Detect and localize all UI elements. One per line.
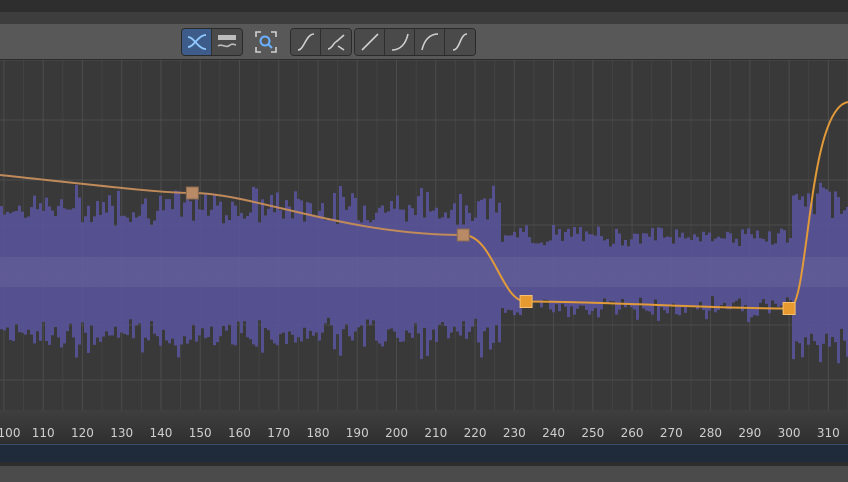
smooth-tangent-icon: [297, 33, 314, 51]
ease-in-icon: [391, 33, 409, 51]
keyframe[interactable]: [456, 228, 470, 242]
dopesheet-view-icon: [217, 35, 237, 48]
ruler-tick-label: 310: [816, 426, 840, 440]
curve-view-button[interactable]: [182, 29, 212, 55]
curve-view-icon: [187, 34, 206, 50]
zoom-fit-button[interactable]: [254, 30, 278, 54]
tangent-group-a: [290, 28, 352, 56]
ruler-tick-label: 130: [110, 426, 134, 440]
linear-tangent-icon: [360, 33, 379, 51]
waveform-core: [0, 257, 848, 287]
curve-graph-svg: [0, 60, 848, 410]
tangent-group-b: [354, 28, 476, 56]
ruler-tick-label: 170: [267, 426, 291, 440]
ease-out-icon: [420, 33, 438, 51]
top-bar: [0, 0, 848, 12]
curve-graph-area[interactable]: [0, 60, 848, 410]
ruler-tick-label: 220: [463, 426, 487, 440]
ruler-tick-label: 200: [385, 426, 408, 440]
audio-waveform: [0, 182, 848, 364]
ruler-tick-label: 300: [777, 426, 801, 440]
keyframe[interactable]: [185, 186, 199, 200]
keyframe-selected[interactable]: [782, 302, 796, 315]
broken-tangent-icon: [327, 34, 345, 51]
ruler-tick-label: 120: [70, 426, 94, 440]
dopesheet-view-button[interactable]: [212, 29, 242, 55]
ruler-tick-label: 290: [738, 426, 762, 440]
zoom-fit-icon: [255, 31, 277, 53]
timeline-scroll-thumb[interactable]: [0, 444, 848, 462]
panel-divider: [0, 12, 848, 24]
ruler-tick-label: 140: [149, 426, 173, 440]
ease-in-button[interactable]: [385, 29, 415, 55]
ruler-tick-label: 250: [581, 426, 605, 440]
bottom-panel-edge: [0, 466, 848, 482]
keyframe-selected[interactable]: [519, 295, 533, 308]
auto-tangent-button[interactable]: [445, 29, 475, 55]
ruler-tick-label: 100: [0, 426, 21, 440]
ruler-tick-label: 280: [699, 426, 723, 440]
broken-tangent-button[interactable]: [321, 29, 351, 55]
smooth-tangent-button[interactable]: [291, 29, 321, 55]
ruler-tick-label: 180: [306, 426, 330, 440]
ruler-tick-label: 190: [345, 426, 369, 440]
view-mode-group: [181, 28, 243, 56]
ruler-tick-label: 150: [188, 426, 212, 440]
curve-editor-toolbar: [0, 24, 848, 60]
ease-out-button[interactable]: [415, 29, 445, 55]
ruler-tick-label: 260: [620, 426, 644, 440]
timeline-ruler[interactable]: 100 110 120 130 140 150 160 170 180 190 200 210 220 2…: [0, 410, 848, 442]
linear-tangent-button[interactable]: [355, 29, 385, 55]
ruler-tick-label: 230: [502, 426, 526, 440]
auto-tangent-icon: [452, 33, 468, 51]
ruler-tick-label: 210: [424, 426, 448, 440]
ruler-tick-label: 240: [542, 426, 565, 440]
ruler-tick-label: 110: [31, 426, 55, 440]
ruler-tick-label: 160: [228, 426, 251, 440]
ruler-tick-label: 270: [659, 426, 683, 440]
